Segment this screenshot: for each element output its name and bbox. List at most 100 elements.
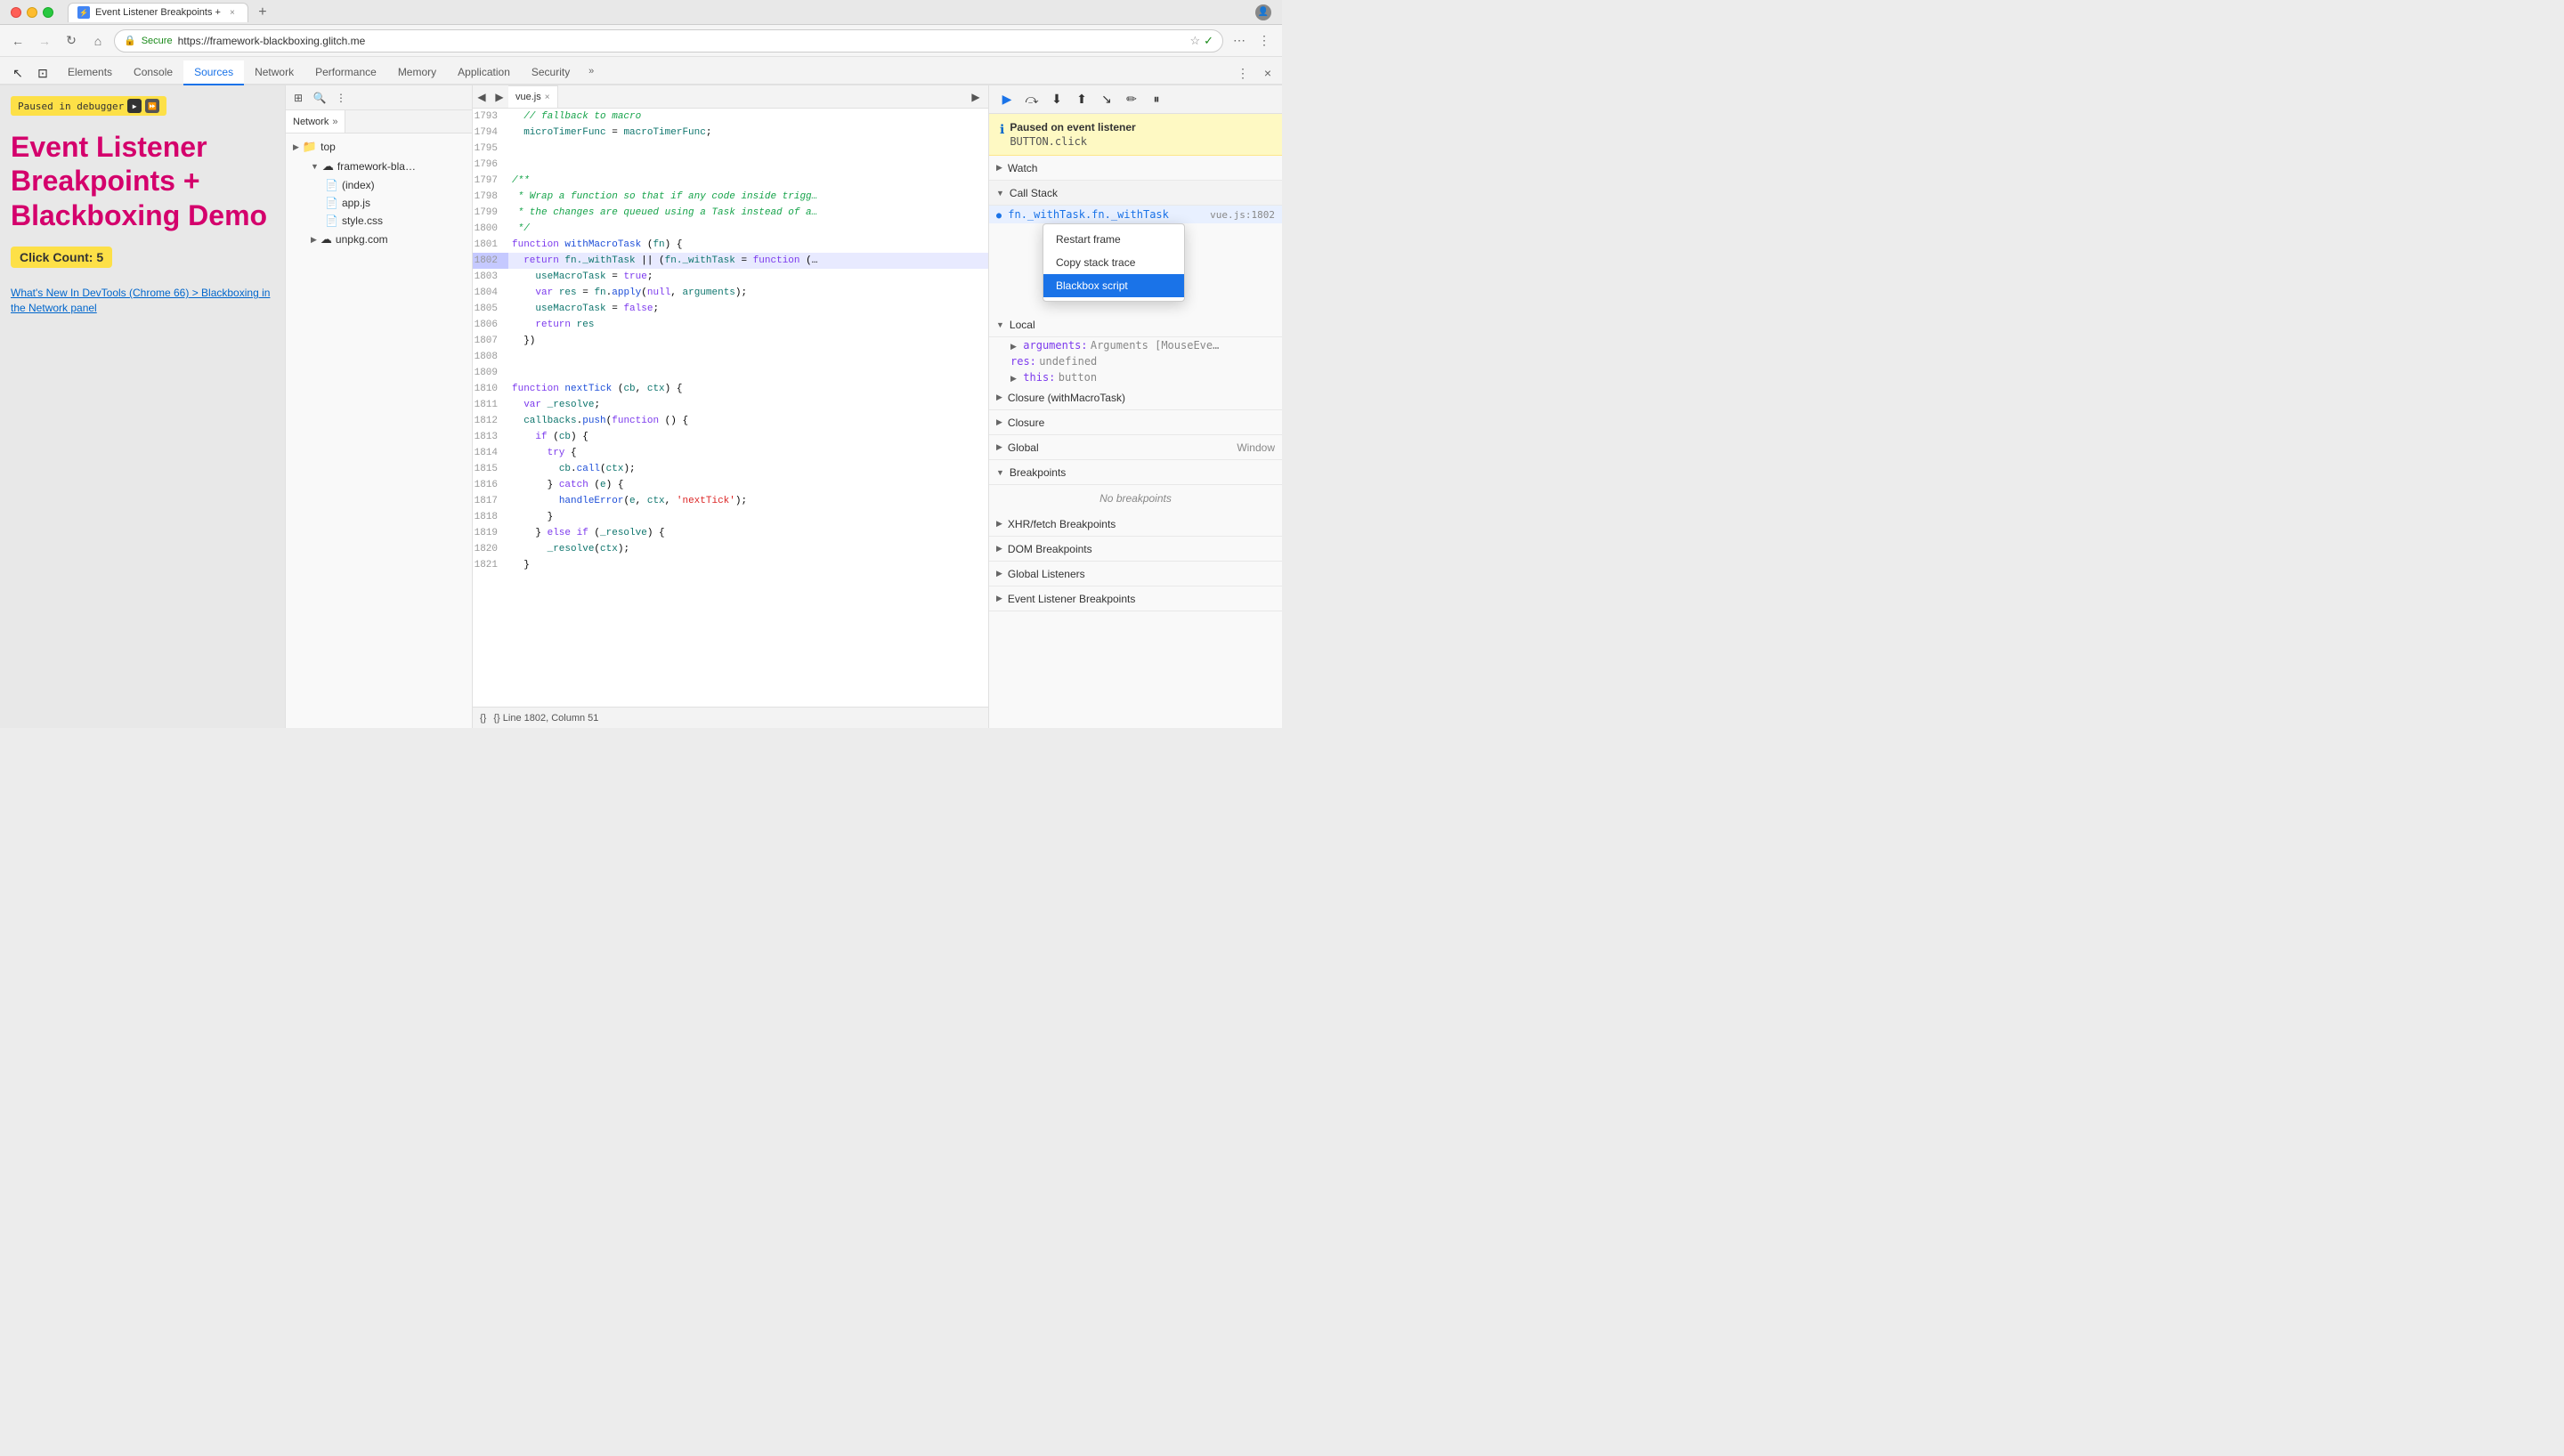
tab-memory[interactable]: Memory [387,61,447,85]
close-window-button[interactable] [11,7,21,18]
file-tree-item-top[interactable]: ▶ 📁 top [286,137,472,157]
sources-overflow-button[interactable]: ⋮ [332,89,350,107]
minimize-window-button[interactable] [27,7,37,18]
navigate-forward-button[interactable]: ▶ [491,88,508,106]
tab-security[interactable]: Security [521,61,580,85]
call-stack-items: ● fn._withTask.fn._withTask vue.js:1802 [989,206,1282,223]
devtools-device-toggle[interactable]: ⊡ [32,62,53,84]
xhr-breakpoints-section[interactable]: ▶ XHR/fetch Breakpoints [989,512,1282,537]
sources-network-label: Network [293,117,329,127]
devtools-close-button[interactable]: × [1257,62,1278,84]
tab-overflow-button[interactable]: » [580,59,602,84]
watch-section[interactable]: ▶ Watch [989,156,1282,181]
menu-button[interactable]: ⋮ [1254,30,1275,52]
step-into-button[interactable]: ⬇ [1046,89,1067,110]
file-tab-vuejs[interactable]: vue.js × [508,85,558,109]
step-over-button[interactable]: ⤼ [1021,89,1043,110]
context-menu-restart-frame[interactable]: Restart frame [1043,228,1184,251]
address-bar-right: ☆ ✓ [1189,34,1213,48]
code-line-1813: 1813 if (cb) { [473,429,988,445]
code-line-1810: 1810 function nextTick (cb, ctx) { [473,381,988,397]
global-scope-value: Window [1237,441,1275,454]
maximize-window-button[interactable] [43,7,53,18]
deactivate-breakpoints-button[interactable]: ✏ [1121,89,1142,110]
file-tree-item-index[interactable]: 📄 (index) [286,176,472,194]
call-stack-item[interactable]: ● fn._withTask.fn._withTask vue.js:1802 [989,206,1282,223]
extensions-button[interactable]: ⋯ [1229,30,1250,52]
dom-breakpoints-label: DOM Breakpoints [1008,543,1092,555]
cloud-folder-icon: ☁ [322,159,334,174]
code-line-1821: 1821 } [473,557,988,573]
browser-tab-active[interactable]: ⚡ Event Listener Breakpoints + × [68,3,248,22]
address-bar[interactable]: 🔒 Secure https://framework-blackboxing.g… [114,29,1223,53]
back-button[interactable]: ← [7,30,28,52]
step-button[interactable]: ⏩ [145,99,159,113]
pause-on-exceptions-button[interactable]: ⏸ [1146,89,1167,110]
tab-sources[interactable]: Sources [183,61,244,85]
page-preview: Paused in debugger ▶ ⏩ Event Listener Br… [0,85,285,728]
code-line-1817: 1817 handleError(e, ctx, 'nextTick'); [473,493,988,509]
chevron-down-icon: ▶ [293,142,299,152]
network-panel-link[interactable]: What's New In DevTools (Chrome 66) > Bla… [11,286,274,316]
closure-section[interactable]: ▶ Closure [989,410,1282,435]
devtools-element-inspector[interactable]: ↖ [7,62,28,84]
tab-network[interactable]: Network [244,61,304,85]
paused-info-sub: BUTTON.click [1010,135,1135,148]
sources-search-button[interactable]: 🔍 [311,89,329,107]
user-avatar[interactable]: 👤 [1255,4,1271,20]
step-button[interactable]: ↘ [1096,89,1117,110]
event-listener-breakpoints-section[interactable]: ▶ Event Listener Breakpoints [989,586,1282,611]
file-tree-item-framework[interactable]: ▼ ☁ framework-bla… [286,157,472,176]
call-stack-section[interactable]: ▼ Call Stack [989,181,1282,206]
run-snippet-button[interactable]: ▶ [967,88,985,106]
tab-elements[interactable]: Elements [57,61,123,85]
local-scope-section[interactable]: ▼ Local [989,312,1282,337]
sidebar-toggle-button[interactable]: ⊞ [289,89,307,107]
scope-item-this: ▶ this: button [1003,369,1282,385]
navigate-back-button[interactable]: ◀ [473,88,491,106]
dom-breakpoints-section[interactable]: ▶ DOM Breakpoints [989,537,1282,562]
global-listeners-section[interactable]: ▶ Global Listeners [989,562,1282,586]
bookmark-icon[interactable]: ☆ [1189,34,1200,48]
format-toggle-icon[interactable]: {} [480,713,486,724]
code-area[interactable]: 1793 // fallback to macro 1794 microTime… [473,109,988,707]
close-tab-button[interactable]: × [226,6,239,19]
file-tree-label: framework-bla… [337,160,416,173]
code-line-1812: 1812 callbacks.push(function () { [473,413,988,429]
tab-application[interactable]: Application [447,61,521,85]
page-links: What's New In DevTools (Chrome 66) > Bla… [11,286,274,316]
code-footer: {} {} Line 1802, Column 51 [473,707,988,728]
code-line-1808: 1808 [473,349,988,365]
code-line-1798: 1798 * Wrap a function so that if any co… [473,189,988,205]
new-tab-button[interactable]: + [252,3,273,22]
title-bar: ⚡ Event Listener Breakpoints + × + 👤 [0,0,1282,25]
file-tree-item-appjs[interactable]: 📄 app.js [286,194,472,212]
resume-from-paused-button[interactable]: ▶ [127,99,142,113]
resume-execution-button[interactable]: ▶ [996,89,1018,110]
code-line-1815: 1815 cb.call(ctx); [473,461,988,477]
tab-console[interactable]: Console [123,61,183,85]
step-out-button[interactable]: ⬆ [1071,89,1092,110]
context-menu-copy-stack-trace[interactable]: Copy stack trace [1043,251,1184,274]
file-tree-item-stylecss[interactable]: 📄 style.css [286,212,472,230]
breakpoints-section[interactable]: ▼ Breakpoints [989,460,1282,485]
home-button[interactable]: ⌂ [87,30,109,52]
close-file-tab-button[interactable]: × [545,93,550,102]
debugger-scroll[interactable]: ▶ Watch ▼ Call Stack ● fn._withTask.fn._… [989,156,1282,728]
code-line-1797: 1797 /** [473,173,988,189]
sources-tab-network[interactable]: Network » [286,110,345,133]
file-tree-label: (index) [342,179,375,191]
sources-tab-overflow[interactable]: » [332,117,337,127]
devtools-more-button[interactable]: ⋮ [1232,62,1254,84]
global-scope-section[interactable]: ▶ Global Window [989,435,1282,460]
call-stack-location: vue.js:1802 [1210,209,1275,221]
context-menu-blackbox-script[interactable]: Blackbox script [1043,274,1184,297]
closure-withmacrotask-section[interactable]: ▶ Closure (withMacroTask) [989,385,1282,410]
reload-button[interactable]: ↻ [61,30,82,52]
xhr-breakpoints-label: XHR/fetch Breakpoints [1008,518,1116,530]
tab-performance[interactable]: Performance [304,61,387,85]
local-scope-label: Local [1010,319,1035,331]
chevron-right-icon: ▶ [996,442,1002,452]
file-tree-item-unpkg[interactable]: ▶ ☁ unpkg.com [286,230,472,249]
code-line-1802: 1802 return fn._withTask || (fn._withTas… [473,253,988,269]
